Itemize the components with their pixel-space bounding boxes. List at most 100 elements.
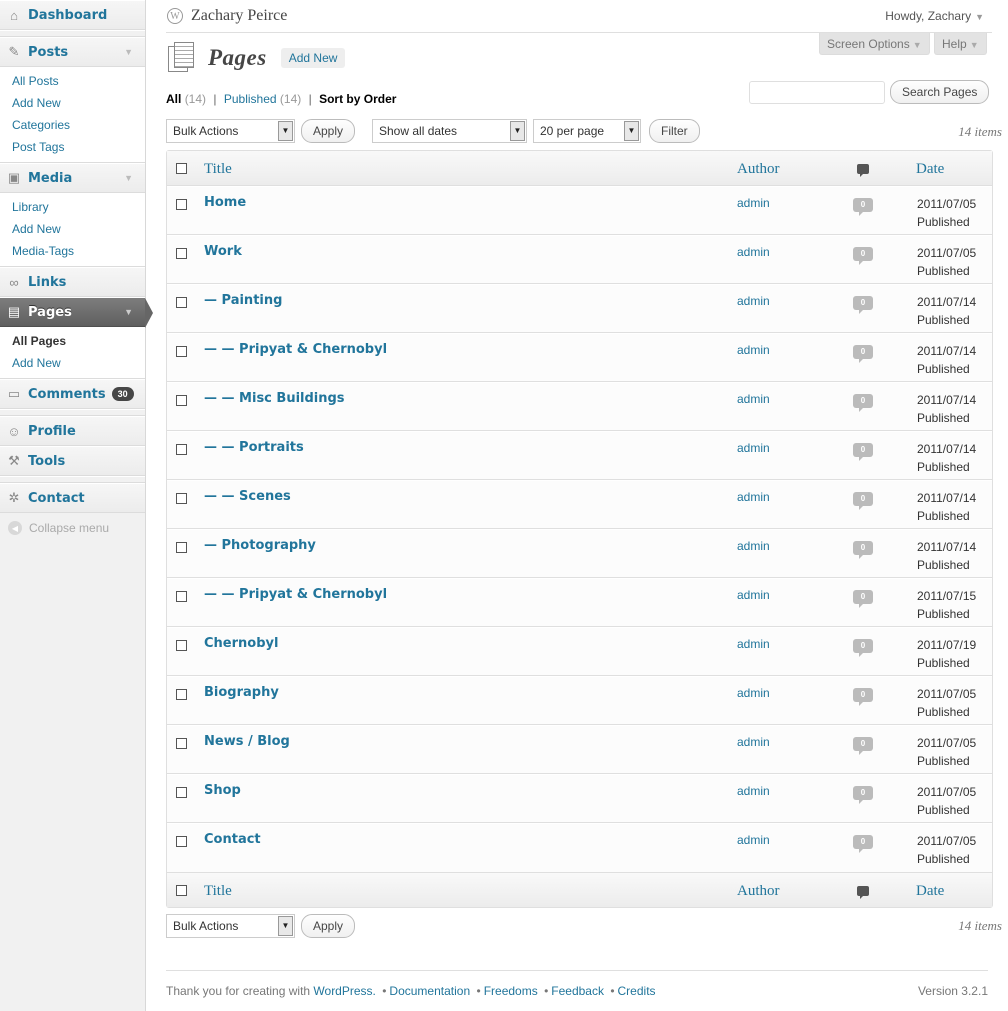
credits-link[interactable]: Credits: [618, 984, 656, 998]
comment-count-bubble-icon[interactable]: 0: [853, 541, 873, 559]
comment-count-bubble-icon[interactable]: 0: [853, 492, 873, 510]
row-checkbox[interactable]: [176, 738, 187, 749]
row-author-link[interactable]: admin: [737, 294, 770, 308]
row-title-link[interactable]: — — Pripyat & Chernobyl: [204, 342, 387, 357]
row-title-link[interactable]: News / Blog: [204, 734, 290, 749]
menu-pages[interactable]: ▤ Pages ▼: [0, 297, 153, 328]
menu-media[interactable]: ▣ Media ▼: [0, 163, 145, 193]
collapse-menu[interactable]: ◀ Collapse menu: [0, 513, 145, 543]
row-title-link[interactable]: — Painting: [204, 293, 282, 308]
row-checkbox[interactable]: [176, 640, 187, 651]
column-date-header[interactable]: Date: [916, 161, 944, 178]
row-checkbox[interactable]: [176, 346, 187, 357]
menu-links[interactable]: ∞ Links: [0, 267, 145, 297]
menu-comments[interactable]: ▭ Comments 30: [0, 379, 145, 409]
row-checkbox[interactable]: [176, 395, 187, 406]
row-author-link[interactable]: admin: [737, 245, 770, 259]
submenu-categories[interactable]: Categories: [0, 114, 145, 136]
row-title-link[interactable]: Chernobyl: [204, 636, 278, 651]
select-all-checkbox[interactable]: [176, 885, 187, 896]
row-title-link[interactable]: Biography: [204, 685, 279, 700]
comment-count-bubble-icon[interactable]: 0: [853, 394, 873, 412]
submenu-post-tags[interactable]: Post Tags: [0, 136, 145, 158]
row-checkbox[interactable]: [176, 199, 187, 210]
bulk-actions-select-top[interactable]: Bulk Actions ▼: [166, 119, 295, 143]
comment-count-bubble-icon[interactable]: 0: [853, 835, 873, 853]
row-title-link[interactable]: Contact: [204, 832, 261, 847]
row-author-link[interactable]: admin: [737, 392, 770, 406]
bulk-actions-select-bottom[interactable]: Bulk Actions ▼: [166, 914, 295, 938]
column-author-header[interactable]: Author: [737, 161, 780, 178]
comment-count-bubble-icon[interactable]: 0: [853, 737, 873, 755]
row-checkbox[interactable]: [176, 493, 187, 504]
comment-count-bubble-icon[interactable]: 0: [853, 296, 873, 314]
row-author-link[interactable]: admin: [737, 637, 770, 651]
row-checkbox[interactable]: [176, 444, 187, 455]
filter-button[interactable]: Filter: [649, 119, 700, 143]
column-title-header[interactable]: Title: [204, 161, 232, 178]
row-checkbox[interactable]: [176, 689, 187, 700]
user-menu[interactable]: Howdy, Zachary ▼: [885, 9, 984, 23]
comment-count-bubble-icon[interactable]: 0: [853, 247, 873, 265]
comment-count-bubble-icon[interactable]: 0: [853, 786, 873, 804]
comment-count-bubble-icon[interactable]: 0: [853, 443, 873, 461]
row-checkbox[interactable]: [176, 591, 187, 602]
submenu-all-posts[interactable]: All Posts: [0, 70, 145, 92]
row-title-link[interactable]: Work: [204, 244, 242, 259]
add-new-page-button[interactable]: Add New: [280, 48, 346, 68]
comment-count-bubble-icon[interactable]: 0: [853, 345, 873, 363]
menu-profile[interactable]: ☺ Profile: [0, 416, 145, 446]
comment-count-bubble-icon[interactable]: 0: [853, 639, 873, 657]
screen-options-button[interactable]: Screen Options ▼: [819, 33, 930, 55]
menu-tools[interactable]: ⚒ Tools: [0, 446, 145, 476]
wordpress-link[interactable]: WordPress.: [313, 984, 375, 998]
date-filter-select[interactable]: Show all dates ▼: [372, 119, 527, 143]
row-author-link[interactable]: admin: [737, 539, 770, 553]
search-pages-button[interactable]: Search Pages: [890, 80, 990, 104]
column-date-footer[interactable]: Date: [916, 883, 944, 900]
row-title-link[interactable]: — — Misc Buildings: [204, 391, 345, 406]
row-author-link[interactable]: admin: [737, 588, 770, 602]
row-author-link[interactable]: admin: [737, 441, 770, 455]
row-checkbox[interactable]: [176, 787, 187, 798]
row-title-link[interactable]: — — Portraits: [204, 440, 304, 455]
row-author-link[interactable]: admin: [737, 686, 770, 700]
submenu-add-new-media[interactable]: Add New: [0, 218, 145, 240]
comment-count-bubble-icon[interactable]: 0: [853, 590, 873, 608]
row-title-link[interactable]: — Photography: [204, 538, 316, 553]
comments-column-icon[interactable]: [857, 164, 869, 177]
row-title-link[interactable]: Home: [204, 195, 246, 210]
filter-all[interactable]: All: [166, 92, 181, 106]
row-title-link[interactable]: — — Pripyat & Chernobyl: [204, 587, 387, 602]
row-author-link[interactable]: admin: [737, 784, 770, 798]
row-author-link[interactable]: admin: [737, 735, 770, 749]
apply-button-bottom[interactable]: Apply: [301, 914, 356, 938]
menu-dashboard[interactable]: ⌂ Dashboard: [0, 0, 145, 30]
search-input[interactable]: [749, 81, 885, 104]
filter-published[interactable]: Published: [224, 92, 277, 106]
comment-count-bubble-icon[interactable]: 0: [853, 688, 873, 706]
submenu-add-new-page[interactable]: Add New: [0, 352, 145, 374]
comments-column-icon[interactable]: [857, 886, 869, 899]
comment-count-bubble-icon[interactable]: 0: [853, 198, 873, 216]
feedback-link[interactable]: Feedback: [551, 984, 604, 998]
help-button[interactable]: Help ▼: [934, 33, 987, 55]
freedoms-link[interactable]: Freedoms: [484, 984, 538, 998]
submenu-library[interactable]: Library: [0, 196, 145, 218]
row-author-link[interactable]: admin: [737, 343, 770, 357]
menu-contact[interactable]: ✲ Contact: [0, 483, 145, 513]
documentation-link[interactable]: Documentation: [389, 984, 470, 998]
select-all-checkbox[interactable]: [176, 163, 187, 174]
row-author-link[interactable]: admin: [737, 490, 770, 504]
row-author-link[interactable]: admin: [737, 833, 770, 847]
column-author-footer[interactable]: Author: [737, 883, 780, 900]
row-title-link[interactable]: — — Scenes: [204, 489, 291, 504]
column-title-footer[interactable]: Title: [204, 883, 232, 900]
chevron-down-icon[interactable]: ▼: [124, 307, 133, 317]
row-checkbox[interactable]: [176, 248, 187, 259]
submenu-media-tags[interactable]: Media-Tags: [0, 240, 145, 262]
chevron-down-icon[interactable]: ▼: [124, 173, 133, 183]
apply-button-top[interactable]: Apply: [301, 119, 356, 143]
submenu-add-new-post[interactable]: Add New: [0, 92, 145, 114]
row-checkbox[interactable]: [176, 836, 187, 847]
